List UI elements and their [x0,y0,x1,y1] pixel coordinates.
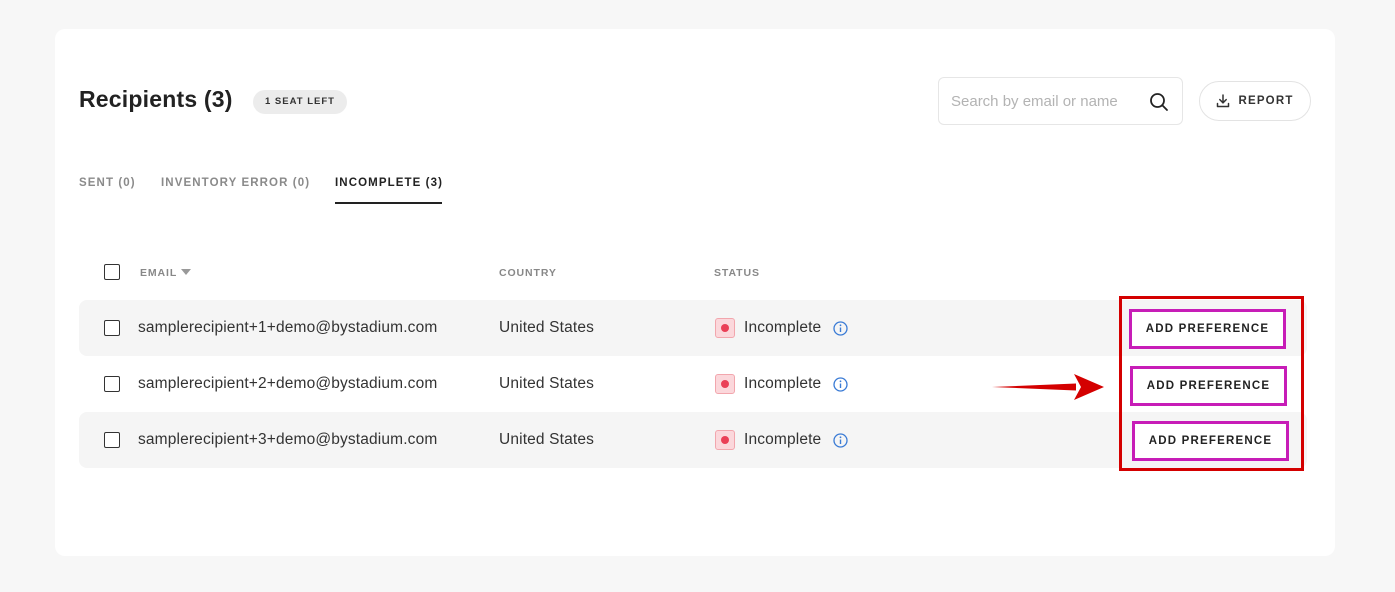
recipient-country: United States [499,319,595,336]
recipient-status: Incomplete [744,375,822,392]
row-checkbox[interactable] [104,376,120,392]
recipient-status: Incomplete [744,319,822,336]
recipient-email: samplerecipient+1+demo@bystadium.com [138,319,438,336]
table-row: samplerecipient+2+demo@bystadium.com Uni… [79,356,1307,412]
active-tab-indicator [335,202,442,204]
add-preference-button[interactable]: ADD PREFERENCE [1129,309,1286,349]
red-arrow-icon [992,374,1104,400]
column-header-email-label: EMAIL [140,267,178,279]
recipient-country: United States [499,431,595,448]
recipient-email: samplerecipient+3+demo@bystadium.com [138,431,438,448]
tab-incomplete[interactable]: INCOMPLETE (3) [335,177,443,189]
report-button-label: REPORT [1238,95,1294,107]
column-header-email[interactable]: EMAIL [140,267,192,279]
sort-caret-icon [181,269,192,275]
recipient-email: samplerecipient+2+demo@bystadium.com [138,375,438,392]
select-all-checkbox[interactable] [104,264,120,280]
row-checkbox[interactable] [104,432,120,448]
info-icon[interactable] [833,433,848,448]
table-row: samplerecipient+3+demo@bystadium.com Uni… [79,412,1307,468]
add-preference-button[interactable]: ADD PREFERENCE [1130,366,1287,406]
search-box[interactable] [938,77,1183,125]
search-input[interactable] [951,78,1141,124]
info-icon[interactable] [833,321,848,336]
info-icon[interactable] [833,377,848,392]
search-icon[interactable] [1149,92,1169,112]
table-row: samplerecipient+1+demo@bystadium.com Uni… [79,300,1307,356]
column-header-country: COUNTRY [499,267,557,279]
row-checkbox[interactable] [104,320,120,336]
tab-sent[interactable]: SENT (0) [79,177,136,189]
status-incomplete-icon [715,318,735,338]
column-header-status: STATUS [714,267,760,279]
recipients-card: Recipients (3) 1 SEAT LEFT REPORT SENT (… [55,29,1335,556]
add-preference-button[interactable]: ADD PREFERENCE [1132,421,1289,461]
page-title: Recipients (3) [79,86,233,112]
recipient-country: United States [499,375,595,392]
recipient-status: Incomplete [744,431,822,448]
download-icon [1217,94,1230,108]
seat-badge: 1 SEAT LEFT [253,90,347,114]
status-incomplete-icon [715,430,735,450]
report-button[interactable]: REPORT [1199,81,1311,121]
status-incomplete-icon [715,374,735,394]
tab-inventory-error[interactable]: INVENTORY ERROR (0) [161,177,310,189]
